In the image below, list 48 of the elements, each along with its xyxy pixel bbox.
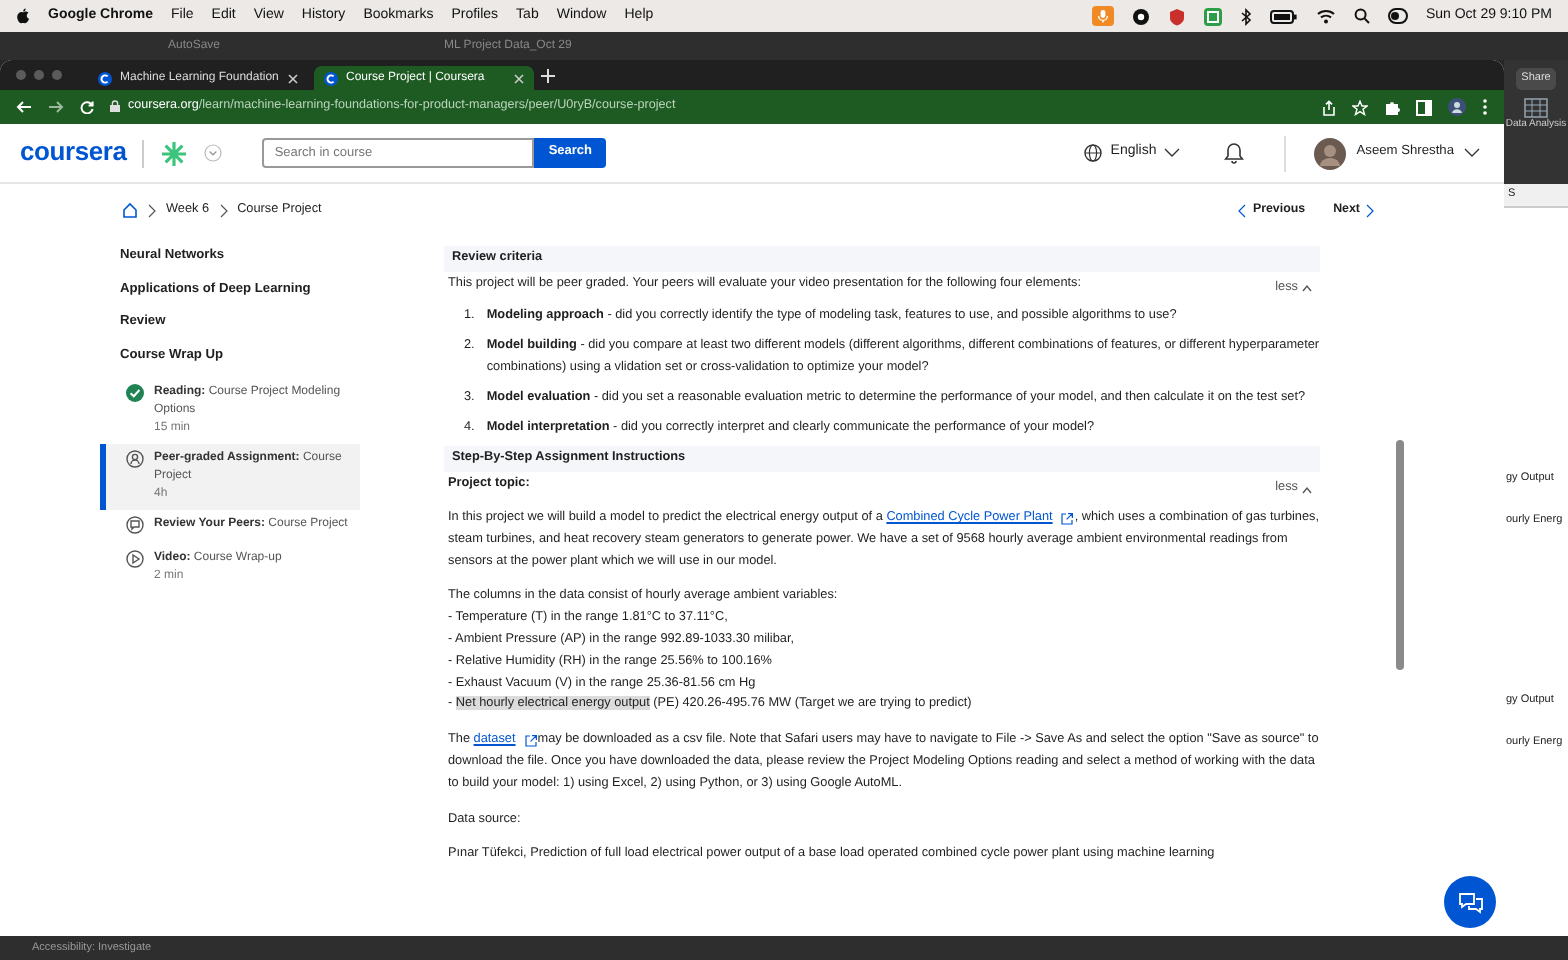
battery-icon[interactable] <box>1269 9 1298 23</box>
chevron-icon <box>1464 148 1480 158</box>
reload-icon[interactable] <box>80 100 94 114</box>
site-icon <box>324 71 338 85</box>
chevron-right-icon <box>219 203 228 218</box>
play-icon <box>126 549 144 568</box>
check-circle-icon <box>126 383 144 402</box>
external-link-icon <box>523 734 538 749</box>
avatar-icon <box>1314 137 1347 169</box>
back-icon[interactable] <box>16 100 32 114</box>
bell-icon[interactable] <box>1224 142 1245 164</box>
shield-icon[interactable] <box>1167 7 1186 25</box>
caret-up-icon <box>1302 283 1312 292</box>
window-controls[interactable] <box>16 70 62 80</box>
logo[interactable]: coursera <box>20 142 127 164</box>
home-icon[interactable] <box>122 202 138 219</box>
wifi-icon[interactable] <box>1315 8 1336 24</box>
more-icon[interactable] <box>1482 98 1488 116</box>
close-icon[interactable] <box>288 73 298 83</box>
close-icon[interactable] <box>514 73 524 83</box>
chat-button[interactable] <box>1444 876 1496 928</box>
caret-up-icon <box>1302 485 1312 494</box>
star-icon[interactable] <box>1352 99 1368 115</box>
record-icon[interactable] <box>1131 7 1150 25</box>
search-icon[interactable] <box>1353 8 1370 24</box>
side-panel-icon[interactable] <box>1416 99 1432 115</box>
puzzle-icon[interactable] <box>1384 99 1400 115</box>
forward-icon[interactable] <box>48 100 64 114</box>
chevron-right-icon <box>1366 203 1374 218</box>
share-icon[interactable] <box>1322 99 1336 115</box>
chevron-left-icon <box>1238 203 1247 218</box>
lock-icon <box>110 100 120 113</box>
new-tab-icon[interactable] <box>540 67 556 83</box>
chevron-icon <box>1164 147 1181 158</box>
chat-icon <box>1457 891 1483 913</box>
grid-icon[interactable] <box>1203 7 1222 25</box>
apple-icon[interactable] <box>16 8 30 24</box>
profile-icon[interactable] <box>1448 98 1466 116</box>
person-icon <box>126 449 144 468</box>
toggle-icon[interactable] <box>1387 8 1408 24</box>
bluetooth-icon[interactable] <box>1239 7 1252 25</box>
table-icon <box>1523 97 1548 118</box>
chevron-right-icon <box>148 203 156 218</box>
site-icon <box>98 71 112 85</box>
chat-icon <box>126 515 144 534</box>
globe-icon <box>1084 143 1103 162</box>
external-link-icon <box>1060 511 1075 526</box>
scrollbar[interactable] <box>1396 440 1404 670</box>
